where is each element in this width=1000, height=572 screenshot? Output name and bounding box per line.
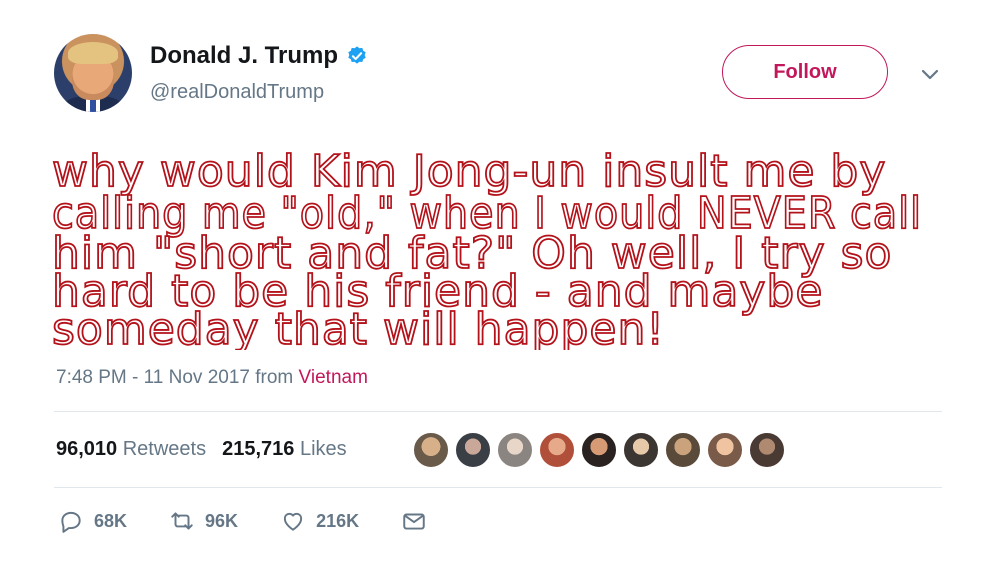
user-handle[interactable]: @realDonaldTrump <box>150 81 324 104</box>
liker-avatar[interactable] <box>538 431 576 469</box>
like-count: 216K <box>316 510 360 531</box>
liker-avatar[interactable] <box>664 431 702 469</box>
retweets-stat[interactable]: 96,010 Retweets <box>56 438 206 461</box>
reply-icon <box>61 511 81 533</box>
follow-button[interactable]: Follow <box>722 45 888 99</box>
chevron-down-icon[interactable] <box>918 62 942 86</box>
retweet-icon <box>171 512 193 530</box>
retweets-count: 96,010 <box>56 438 118 460</box>
avatar-hair <box>68 42 118 64</box>
liker-avatar[interactable] <box>412 431 450 469</box>
tweet-actions: 68K 96K 216K <box>58 508 469 534</box>
likes-stat[interactable]: 215,716 Likes <box>222 438 347 461</box>
like-icon <box>283 512 303 531</box>
liker-avatar[interactable] <box>748 431 786 469</box>
retweet-action[interactable]: 96K <box>169 508 238 534</box>
engagement-stats: 96,010 Retweets 215,716 Likes <box>56 438 347 461</box>
reply-action[interactable]: 68K <box>58 508 127 534</box>
avatar[interactable] <box>54 34 132 112</box>
divider <box>54 487 942 488</box>
liker-avatar[interactable] <box>496 431 534 469</box>
likes-label: Likes <box>299 438 347 460</box>
message-icon <box>403 513 425 530</box>
liker-avatar[interactable] <box>622 431 660 469</box>
liker-avatars <box>412 431 790 469</box>
retweets-label: Retweets <box>122 438 207 460</box>
tweet-timestamp: 7:48 PM - 11 Nov 2017 from Vietnam <box>56 367 368 389</box>
retweet-count: 96K <box>205 510 239 531</box>
liker-avatar[interactable] <box>580 431 618 469</box>
display-name[interactable]: Donald J. Trump <box>150 42 338 70</box>
tweet-location-link[interactable]: Vietnam <box>299 367 368 388</box>
liker-avatar[interactable] <box>454 431 492 469</box>
liker-avatar[interactable] <box>706 431 744 469</box>
timestamp-text[interactable]: 7:48 PM - 11 Nov 2017 from <box>56 367 299 388</box>
reply-count: 68K <box>94 510 128 531</box>
like-action[interactable]: 216K <box>280 508 359 534</box>
author-name-row[interactable]: Donald J. Trump <box>150 42 368 70</box>
avatar-tie <box>90 98 96 112</box>
divider <box>54 411 942 412</box>
handwritten-line: someday that will happen! <box>52 304 665 350</box>
verified-icon <box>348 46 366 64</box>
likes-count: 215,716 <box>222 438 295 460</box>
handwritten-tweet-image: why would Kim Jong-un insult me by calli… <box>51 145 952 356</box>
direct-message-action[interactable] <box>401 508 427 534</box>
